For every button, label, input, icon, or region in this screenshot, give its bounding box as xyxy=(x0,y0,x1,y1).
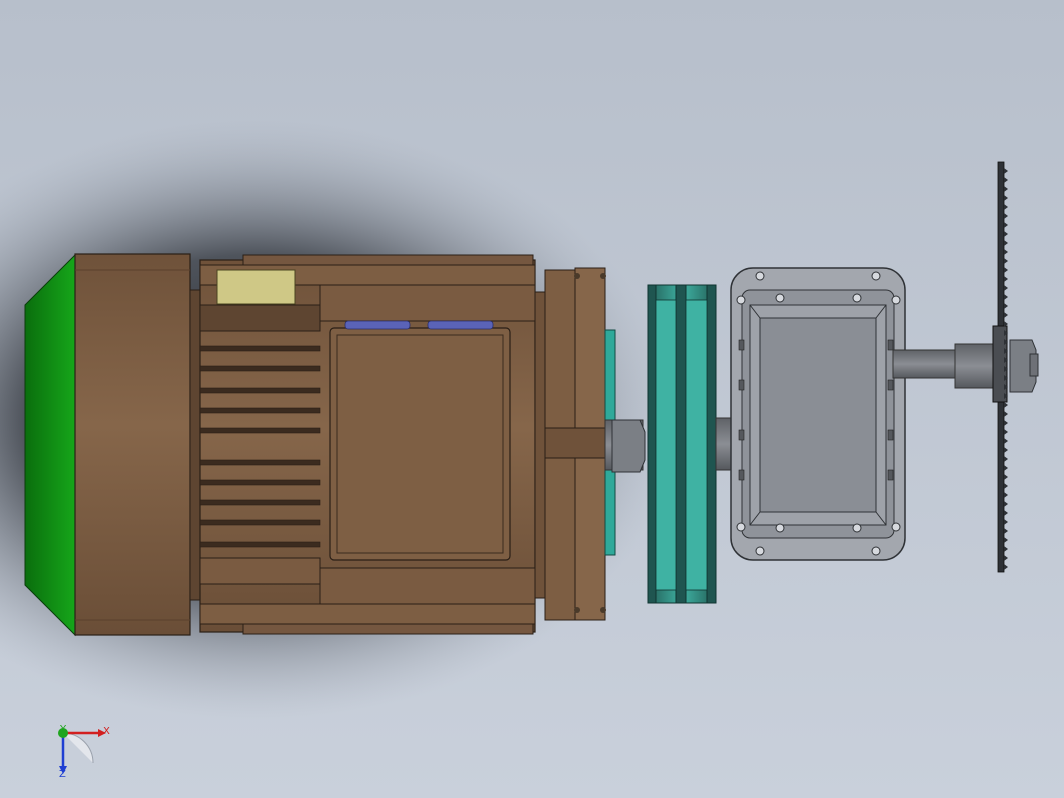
cooling-fin xyxy=(199,459,321,466)
cooling-fin xyxy=(199,479,321,486)
motor-end-cap xyxy=(24,253,76,637)
cooling-fin xyxy=(199,407,321,414)
side-bolt xyxy=(738,469,745,481)
y-axis-label: Y xyxy=(59,724,67,735)
assembly-view: X Y Z xyxy=(0,0,1064,798)
bolt xyxy=(852,523,862,533)
bolt xyxy=(736,522,746,532)
side-bolt xyxy=(887,379,894,391)
side-bolt xyxy=(887,339,894,351)
side-bolt xyxy=(738,429,745,441)
cad-viewport[interactable]: X Y Z xyxy=(0,0,1064,798)
motor-front-flange xyxy=(534,267,606,621)
bolt xyxy=(775,293,785,303)
bolt xyxy=(871,546,881,556)
z-axis-label: Z xyxy=(59,769,66,780)
bolt xyxy=(891,522,901,532)
motor-rear-housing xyxy=(74,253,191,636)
cooling-fin xyxy=(199,427,321,434)
cooling-fin xyxy=(199,387,321,394)
cooling-fin xyxy=(199,499,321,506)
bolt xyxy=(755,546,765,556)
side-bolt xyxy=(738,379,745,391)
terminal-box xyxy=(216,269,296,305)
bolt xyxy=(736,295,746,305)
bolt xyxy=(891,295,901,305)
v-belt-pulley xyxy=(647,284,717,604)
side-bolt xyxy=(887,469,894,481)
cooling-fin xyxy=(199,365,321,372)
cooling-fin xyxy=(199,345,321,352)
x-axis-label: X xyxy=(103,726,110,737)
coupling-nut xyxy=(611,419,646,473)
gearbox xyxy=(730,267,906,561)
bolt xyxy=(852,293,862,303)
cooling-fin xyxy=(199,541,321,548)
bolt xyxy=(871,271,881,281)
motor-body xyxy=(189,254,536,635)
side-bolt xyxy=(887,429,894,441)
bolt xyxy=(775,523,785,533)
cooling-fin xyxy=(199,519,321,526)
bolt xyxy=(755,271,765,281)
vent-window xyxy=(427,320,494,330)
vent-window xyxy=(344,320,411,330)
side-bolt xyxy=(738,339,745,351)
